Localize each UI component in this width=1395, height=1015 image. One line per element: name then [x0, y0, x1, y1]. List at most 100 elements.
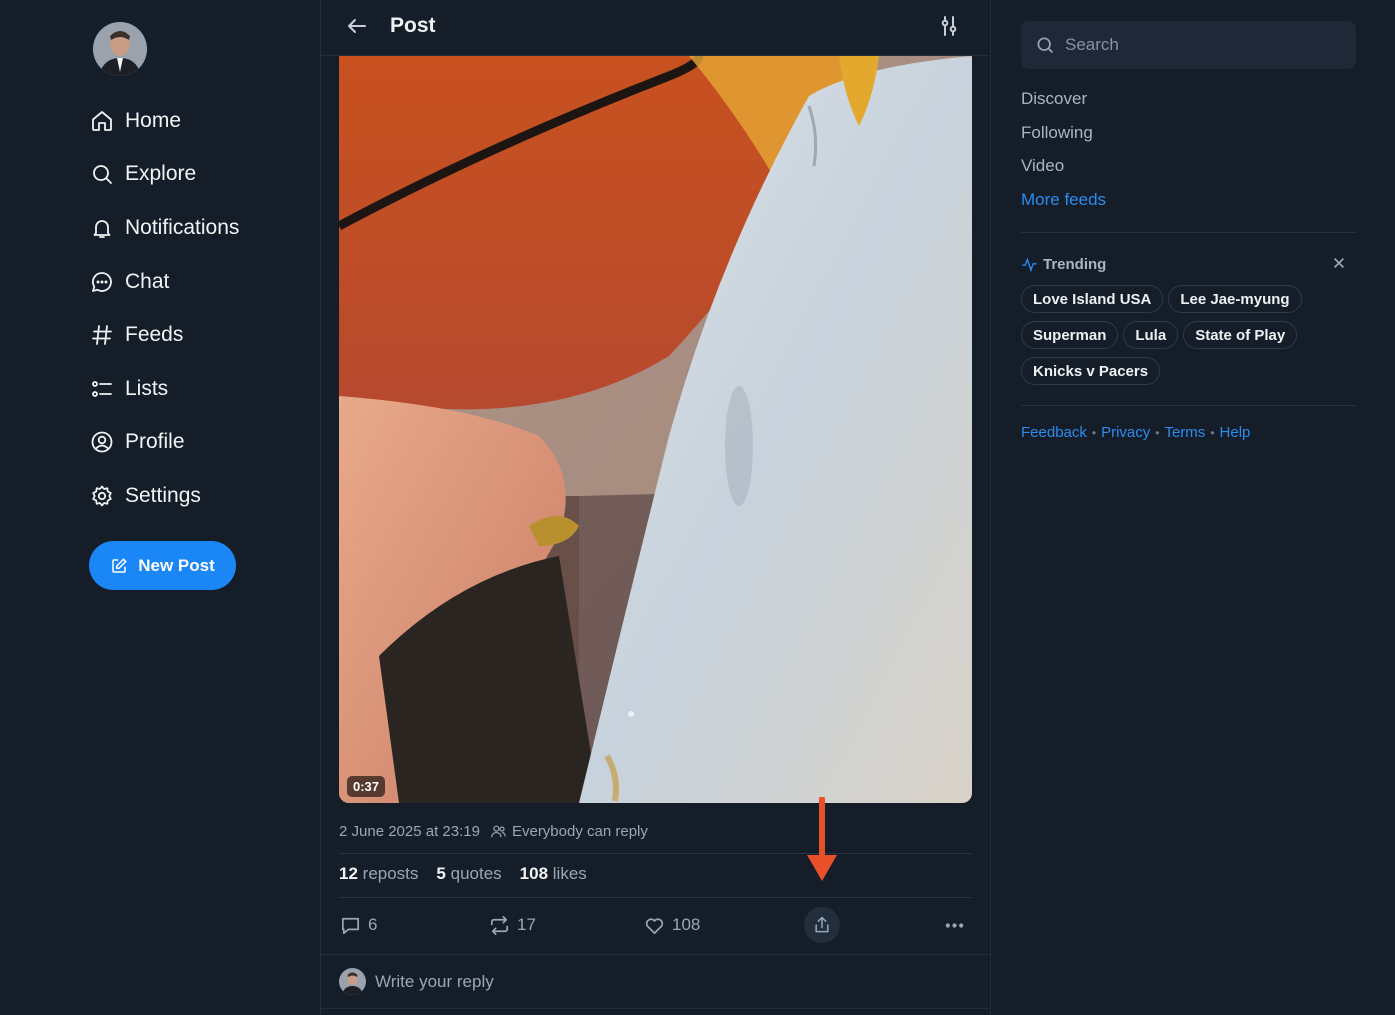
- new-post-button[interactable]: New Post: [89, 541, 236, 590]
- nav-label: Settings: [125, 483, 201, 507]
- nav-list: Home Explore Notifications Chat Feeds Li…: [88, 94, 239, 523]
- sliders-icon: [941, 16, 957, 36]
- post-actions: 6 17 108: [339, 905, 972, 945]
- share-icon: [804, 907, 840, 943]
- nav-label: Feeds: [125, 323, 184, 347]
- bell-icon: [88, 214, 116, 242]
- post-stats: 12 reposts 5 quotes 108 likes: [339, 864, 605, 884]
- share-button[interactable]: [804, 905, 840, 945]
- divider: [1021, 405, 1356, 406]
- feedback-link[interactable]: Feedback: [1021, 424, 1087, 441]
- video-player[interactable]: 0:37: [339, 56, 972, 803]
- thread-settings-button[interactable]: [937, 14, 965, 42]
- new-post-label: New Post: [138, 555, 215, 575]
- nav-label: Chat: [125, 269, 170, 293]
- reply-button[interactable]: 6: [339, 905, 377, 945]
- reply-setting-label: Everybody can reply: [511, 822, 648, 840]
- home-icon: [88, 107, 116, 135]
- back-button[interactable]: [345, 14, 373, 42]
- post-meta: 2 June 2025 at 23:19 Everybody can reply: [339, 820, 972, 842]
- app-root: Home Explore Notifications Chat Feeds Li…: [0, 0, 1395, 1015]
- feed-link-following[interactable]: Following: [1021, 123, 1106, 157]
- post-header: Post: [321, 0, 990, 56]
- search-icon: [1037, 37, 1054, 54]
- reposts-stat[interactable]: 12 reposts: [339, 864, 418, 884]
- more-feeds-link[interactable]: More feeds: [1021, 190, 1106, 224]
- terms-link[interactable]: Terms: [1164, 424, 1205, 441]
- nav-item-profile[interactable]: Profile: [88, 416, 239, 470]
- likes-label: likes: [552, 864, 587, 883]
- trending-chip[interactable]: State of Play: [1183, 321, 1298, 349]
- trending-chip[interactable]: Love Island USA: [1021, 285, 1164, 313]
- nav-item-notifications[interactable]: Notifications: [88, 201, 239, 255]
- trending-chip[interactable]: Lula: [1123, 321, 1179, 349]
- reply-input[interactable]: Write your reply: [375, 972, 494, 992]
- repost-button[interactable]: 17: [488, 905, 536, 945]
- chat-bubble-icon: [88, 268, 116, 296]
- likes-count: 108: [519, 864, 549, 883]
- list-icon: [88, 375, 116, 403]
- more-options-button[interactable]: [943, 905, 972, 945]
- like-button[interactable]: 108: [643, 905, 700, 945]
- trending-title: Trending: [1043, 255, 1107, 273]
- user-avatar[interactable]: [93, 22, 147, 76]
- separator-dot: •: [1210, 425, 1215, 440]
- hash-icon: [88, 321, 116, 349]
- search-icon: [88, 160, 116, 188]
- repost-icon: [490, 915, 509, 935]
- quotes-stat[interactable]: 5 quotes: [436, 864, 501, 884]
- feed-link-discover[interactable]: Discover: [1021, 89, 1106, 123]
- likes-stat[interactable]: 108 likes: [520, 864, 587, 884]
- close-trending-button[interactable]: [1332, 256, 1348, 272]
- privacy-link[interactable]: Privacy: [1101, 424, 1150, 441]
- left-navigation: Home Explore Notifications Chat Feeds Li…: [0, 0, 320, 1015]
- reposts-label: reposts: [362, 864, 419, 883]
- close-icon: [1334, 258, 1344, 268]
- help-link[interactable]: Help: [1220, 424, 1251, 441]
- page-title: Post: [390, 14, 436, 37]
- feed-link-video[interactable]: Video: [1021, 156, 1106, 190]
- feed-links: Discover Following Video More feeds: [1021, 89, 1106, 223]
- trending-icon: [1022, 256, 1037, 272]
- reply-composer[interactable]: Write your reply: [321, 954, 990, 1009]
- nav-label: Notifications: [125, 215, 240, 239]
- divider: [339, 853, 972, 854]
- post-timestamp[interactable]: 2 June 2025 at 23:19: [339, 823, 480, 840]
- trending-header: Trending: [1021, 254, 1356, 274]
- repost-count: 17: [517, 915, 536, 934]
- ellipsis-icon: [945, 922, 964, 928]
- heart-icon: [645, 917, 664, 934]
- nav-item-lists[interactable]: Lists: [88, 362, 239, 416]
- nav-label: Profile: [125, 430, 185, 454]
- nav-item-settings[interactable]: Settings: [88, 469, 239, 523]
- trending-chip[interactable]: Lee Jae-myung: [1168, 285, 1302, 313]
- reply-avatar: [339, 968, 366, 995]
- video-frame: [339, 56, 972, 803]
- nav-item-explore[interactable]: Explore: [88, 148, 239, 202]
- video-duration-badge: 0:37: [347, 776, 386, 797]
- trending-chip[interactable]: Knicks v Pacers: [1021, 357, 1161, 385]
- search-placeholder: Search: [1065, 35, 1119, 54]
- nav-item-home[interactable]: Home: [88, 94, 239, 148]
- post-thread-column: Post 0:37 2 June 2025 at 23:19 Everybody…: [320, 0, 991, 1015]
- trending-chip[interactable]: Superman: [1021, 321, 1119, 349]
- separator-dot: •: [1091, 425, 1097, 440]
- divider: [339, 897, 972, 898]
- divider: [1021, 232, 1356, 233]
- quotes-count: 5: [436, 864, 446, 883]
- comment-icon: [341, 917, 360, 934]
- trending-topics: Love Island USA Lee Jae-myung Superman L…: [1021, 285, 1356, 393]
- people-icon: [491, 825, 506, 837]
- reply-count: 6: [368, 915, 378, 934]
- nav-item-chat[interactable]: Chat: [88, 255, 239, 309]
- reposts-count: 12: [339, 864, 358, 883]
- footer-links: Feedback • Privacy • Terms • Help: [1021, 424, 1250, 441]
- quotes-label: quotes: [450, 864, 502, 883]
- compose-icon: [112, 557, 128, 573]
- search-input[interactable]: Search: [1021, 21, 1356, 69]
- separator-dot: •: [1155, 425, 1160, 440]
- reply-setting[interactable]: Everybody can reply: [490, 823, 648, 840]
- arrow-left-icon: [348, 19, 366, 33]
- like-count: 108: [672, 915, 701, 934]
- nav-item-feeds[interactable]: Feeds: [88, 308, 239, 362]
